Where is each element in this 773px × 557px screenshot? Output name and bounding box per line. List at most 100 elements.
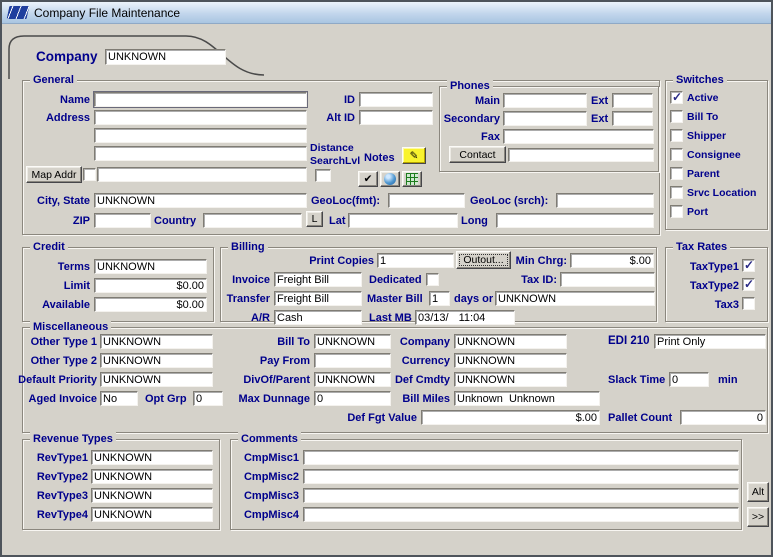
switch-consignee-checkbox[interactable]	[670, 148, 683, 161]
default-priority-input[interactable]	[100, 372, 213, 387]
other-type-1-input[interactable]	[100, 334, 213, 349]
pay-from-label: Pay From	[230, 355, 310, 368]
phone-ext2-input[interactable]	[612, 111, 653, 126]
revtype2-input[interactable]	[91, 469, 213, 484]
misc-bill-to-label: Bill To	[230, 336, 310, 349]
geoloc-fmt-input[interactable]	[388, 193, 465, 208]
def-fgt-value-label: Def Fgt Value	[337, 412, 417, 425]
dedicated-checkbox[interactable]	[426, 273, 439, 286]
available-input[interactable]	[94, 297, 207, 312]
alt-button[interactable]: Alt	[747, 482, 769, 502]
cmpmisc1-input[interactable]	[303, 450, 739, 465]
switch-consignee-label: Consignee	[687, 149, 741, 162]
cmpmisc2-input[interactable]	[303, 469, 739, 484]
fax-input[interactable]	[503, 129, 654, 144]
long-input[interactable]	[496, 213, 654, 228]
country-input[interactable]	[203, 213, 302, 228]
days-or-input[interactable]	[495, 291, 655, 306]
limit-input[interactable]	[94, 278, 207, 293]
city-state-label: City, State	[6, 195, 90, 208]
pallet-count-input[interactable]	[680, 410, 766, 425]
phone-ext1-label: Ext	[591, 95, 608, 108]
def-cmdty-input[interactable]	[454, 372, 567, 387]
address-input-3[interactable]	[94, 146, 307, 161]
switch-parent-checkbox[interactable]	[670, 167, 683, 180]
misc-company-input[interactable]	[454, 334, 567, 349]
address-input-1[interactable]	[94, 110, 307, 125]
billing-group-title: Billing	[228, 240, 268, 254]
invoice-label: Invoice	[202, 274, 270, 287]
phone-secondary-input[interactable]	[503, 111, 587, 126]
print-copies-input[interactable]	[377, 253, 454, 268]
other-type-2-input[interactable]	[100, 353, 213, 368]
revenue-types-group-title: Revenue Types	[30, 432, 116, 446]
last-mb-time: 11:04	[459, 312, 486, 324]
master-bill-input[interactable]	[429, 291, 450, 306]
address-input-2[interactable]	[94, 128, 307, 143]
map-addr-button[interactable]: Map Addr	[26, 166, 82, 183]
tax-id-input[interactable]	[560, 272, 655, 287]
min-chrg-input[interactable]	[570, 253, 654, 268]
address-input-4[interactable]	[97, 167, 307, 182]
credit-group-title: Credit	[30, 240, 68, 254]
ar-input[interactable]	[274, 310, 362, 325]
currency-input[interactable]	[454, 353, 567, 368]
cmpmisc4-input[interactable]	[303, 507, 739, 522]
globe-icon	[384, 173, 396, 185]
lat-input[interactable]	[348, 213, 458, 228]
revtype1-input[interactable]	[91, 450, 213, 465]
terms-label: Terms	[6, 261, 90, 274]
revtype3-input[interactable]	[91, 488, 213, 503]
edi-210-input[interactable]	[654, 334, 766, 349]
switch-port-checkbox[interactable]	[670, 205, 683, 218]
terms-input[interactable]	[94, 259, 207, 274]
name-input[interactable]	[94, 92, 307, 107]
title-bar[interactable]: Company File Maintenance	[2, 2, 771, 24]
tax3-checkbox[interactable]	[742, 297, 755, 310]
miscellaneous-group-title: Miscellaneous	[30, 320, 111, 334]
zip-input[interactable]	[94, 213, 151, 228]
globe-button[interactable]	[380, 171, 400, 187]
long-label: Long	[461, 215, 488, 228]
slack-time-label: Slack Time	[608, 374, 665, 387]
notes-button[interactable]: ✎	[402, 147, 426, 164]
contact-input[interactable]	[508, 148, 654, 162]
switch-active-checkbox[interactable]	[670, 91, 683, 104]
company-input[interactable]	[105, 49, 226, 65]
taxtype2-checkbox[interactable]	[742, 278, 755, 291]
switch-srvc-location-checkbox[interactable]	[670, 186, 683, 199]
revtype4-input[interactable]	[91, 507, 213, 522]
opt-grp-label: Opt Grp	[145, 393, 187, 406]
locate-button[interactable]: L	[306, 211, 323, 227]
slack-time-input[interactable]	[669, 372, 709, 387]
min-chrg-label: Min Chrg:	[497, 255, 567, 268]
city-state-input[interactable]	[94, 193, 307, 208]
taxtype1-checkbox[interactable]	[742, 259, 755, 272]
alt-id-label: Alt ID	[282, 112, 355, 125]
phone-main-input[interactable]	[503, 93, 587, 108]
invoice-input[interactable]	[274, 272, 362, 287]
map-addr-checkbox[interactable]	[83, 168, 96, 181]
cmpmisc3-input[interactable]	[303, 488, 739, 503]
map-grid-button[interactable]	[402, 171, 422, 187]
transfer-label: Transfer	[202, 293, 270, 306]
revtype1-label: RevType1	[8, 452, 88, 465]
default-priority-label: Default Priority	[8, 374, 97, 387]
more-button[interactable]: >>	[747, 507, 769, 527]
switch-bill-to-label: Bill To	[687, 111, 718, 124]
transfer-input[interactable]	[274, 291, 362, 306]
def-fgt-value-input[interactable]	[421, 410, 600, 425]
phone-ext1-input[interactable]	[612, 93, 653, 108]
distance-searchlvl-input[interactable]	[315, 169, 331, 182]
aged-invoice-input[interactable]	[100, 391, 138, 406]
switch-shipper-checkbox[interactable]	[670, 129, 683, 142]
company-file-maintenance-window: Company File Maintenance Company General…	[0, 0, 773, 557]
confirm-button[interactable]: ✔	[358, 171, 378, 187]
geoloc-srch-input[interactable]	[556, 193, 654, 208]
phone-secondary-label: Secondary	[422, 113, 500, 126]
opt-grp-input[interactable]	[193, 391, 223, 406]
print-copies-label: Print Copies	[304, 255, 374, 268]
misc-company-label: Company	[370, 336, 450, 349]
switch-bill-to-checkbox[interactable]	[670, 110, 683, 123]
contact-button[interactable]: Contact	[449, 146, 506, 163]
